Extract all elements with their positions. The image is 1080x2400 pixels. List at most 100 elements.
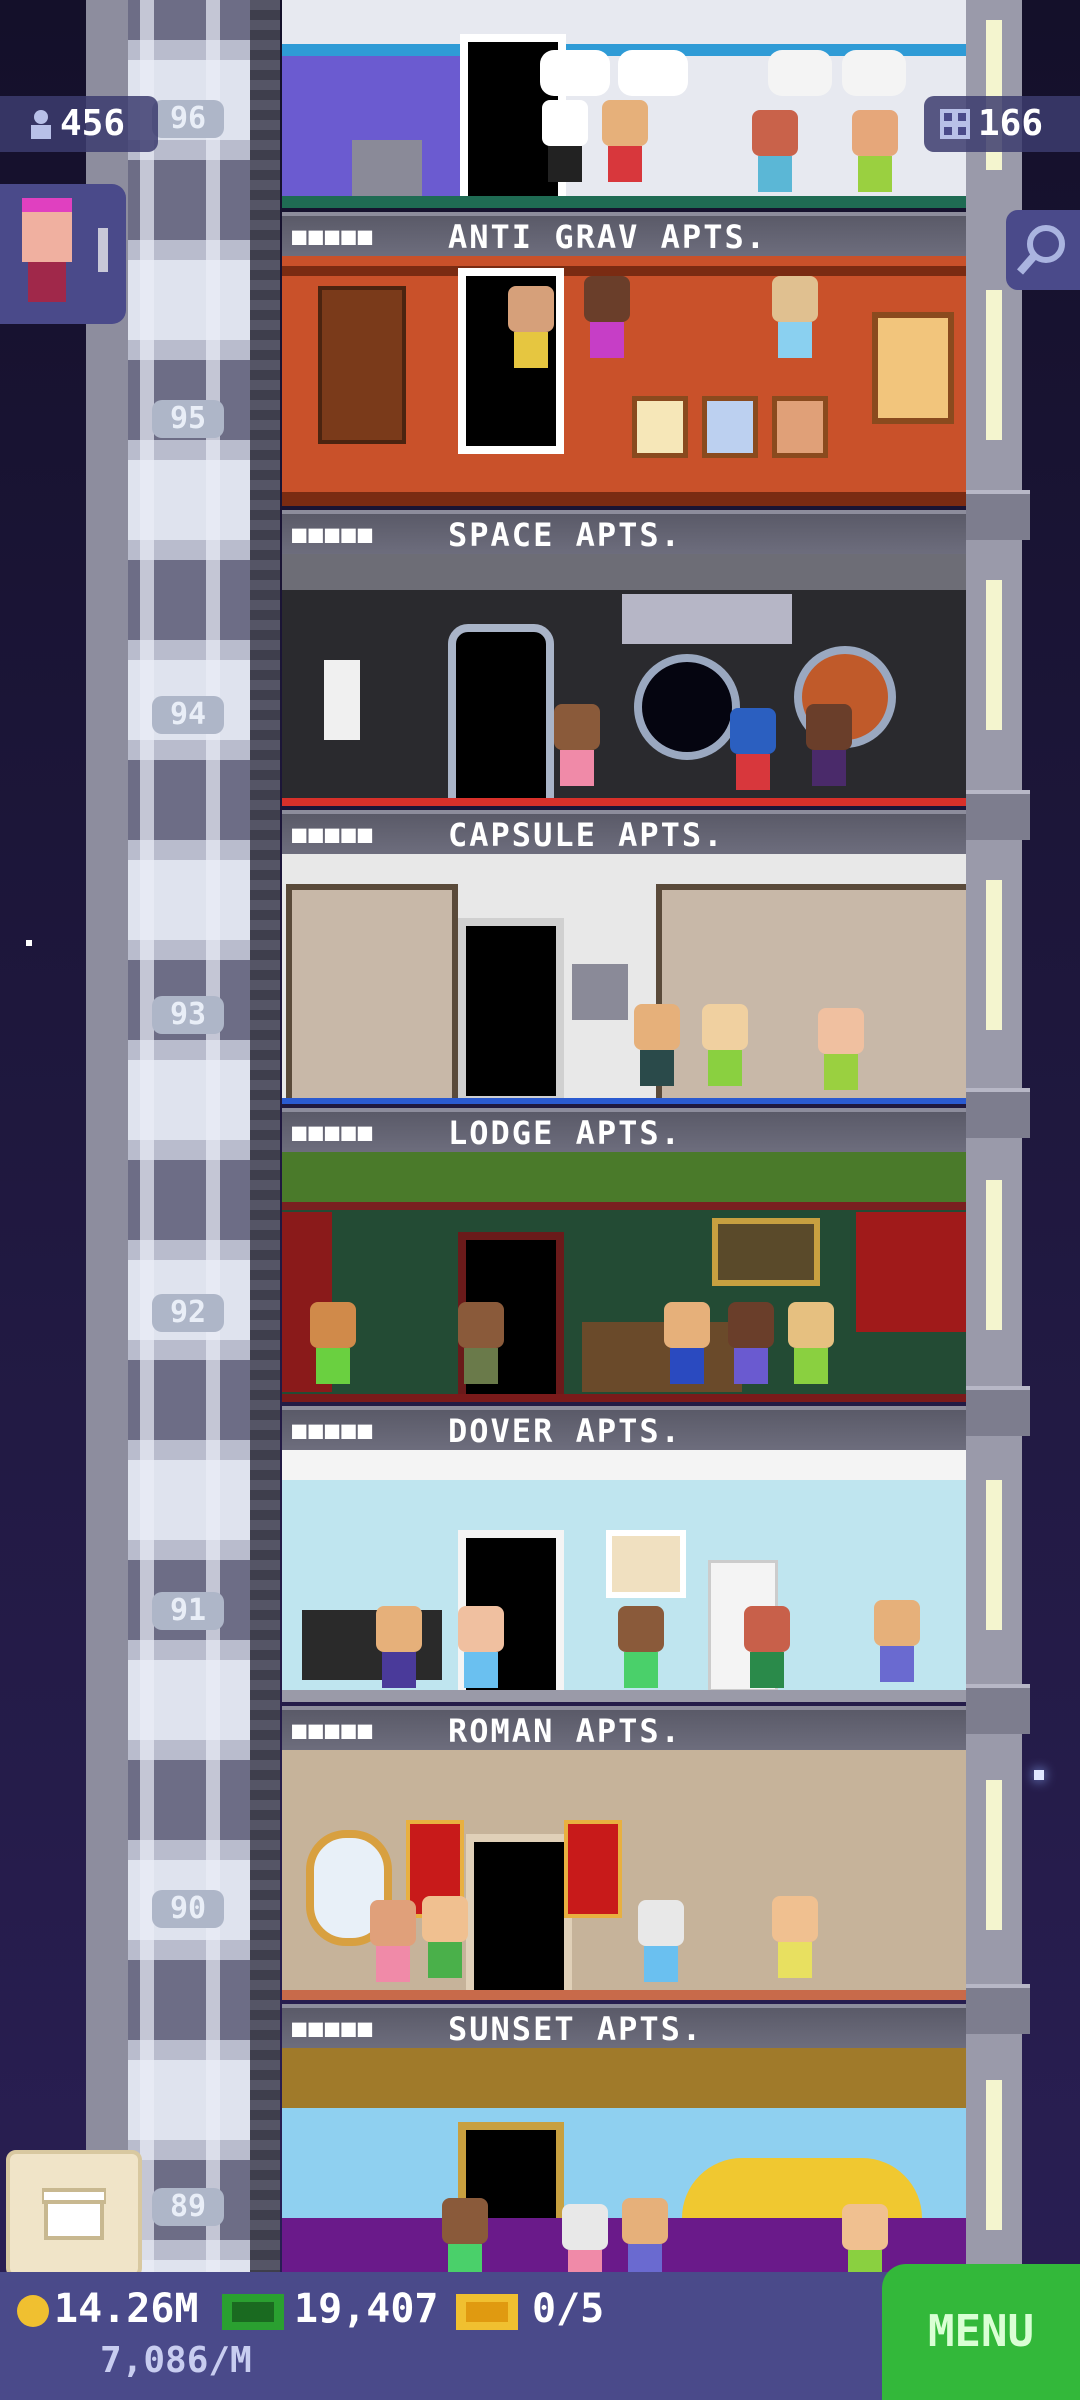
bitizen[interactable]	[664, 1302, 710, 1402]
floor-92-room[interactable]	[282, 1152, 966, 1402]
bitizen[interactable]	[442, 2198, 488, 2272]
floor-trim	[282, 196, 966, 208]
floor-label-anti-grav[interactable]: ■■■■■ ANTI GRAV APTS.	[282, 212, 966, 258]
picture-frame	[702, 396, 758, 458]
bitizen-floating[interactable]	[584, 276, 630, 376]
alert-mark-icon	[98, 228, 108, 272]
curtain	[856, 1212, 966, 1332]
floor-label-space[interactable]: ■■■■■ SPACE APTS.	[282, 510, 966, 556]
bitizen-floating[interactable]	[772, 276, 818, 376]
floor-91-room[interactable]	[282, 1450, 966, 1702]
bitizen[interactable]	[772, 1896, 818, 1996]
floor-90-room[interactable]	[282, 1750, 966, 2000]
wall-light	[986, 290, 1002, 440]
vip-visitor-button[interactable]	[0, 184, 126, 324]
floor-93-room[interactable]	[282, 854, 966, 1104]
wall-panel	[572, 964, 628, 1020]
wall-bracket	[966, 790, 1030, 840]
roman-banner	[564, 1820, 622, 1918]
menu-button[interactable]: MENU	[882, 2264, 1080, 2400]
wall-light	[986, 1780, 1002, 1930]
floor-label-roman[interactable]: ■■■■■ ROMAN APTS.	[282, 1706, 966, 1752]
tickets-value: 0/5	[532, 2286, 605, 2332]
ceiling-trim	[282, 266, 966, 276]
bitizen[interactable]	[542, 100, 588, 200]
bitizen[interactable]	[370, 1900, 416, 2000]
bitizen[interactable]	[376, 1606, 422, 1702]
floor-rating-stars: ■■■■■	[292, 2014, 375, 2042]
bux-value: 19,407	[294, 2286, 439, 2332]
bitizen[interactable]	[618, 1606, 664, 1702]
speech-bubble[interactable]	[618, 50, 688, 96]
floor-95-room[interactable]	[282, 256, 966, 506]
apartment-door[interactable]	[448, 624, 554, 806]
wall-light	[986, 2080, 1002, 2230]
floor-count-value: 166	[978, 103, 1044, 144]
speech-bubble[interactable]	[540, 50, 610, 96]
bitizen[interactable]	[458, 1302, 504, 1402]
vip-avatar	[22, 198, 72, 262]
wall-machine	[622, 594, 792, 644]
floor-counter[interactable]: 166	[924, 96, 1080, 152]
bitizen[interactable]	[422, 1896, 468, 1996]
population-counter[interactable]: 456	[0, 96, 158, 152]
magnifier-icon	[1016, 225, 1065, 275]
apartment-door[interactable]	[458, 918, 564, 1104]
bitizen[interactable]	[852, 110, 898, 208]
bitizen[interactable]	[634, 1004, 680, 1104]
bitizen[interactable]	[458, 1606, 504, 1702]
coins-value: 14.26M	[54, 2286, 199, 2332]
search-button[interactable]	[1006, 210, 1080, 290]
apartment-door[interactable]	[466, 1834, 572, 2000]
ceiling-woodwork	[282, 2048, 966, 2108]
bitizen[interactable]	[728, 1302, 774, 1402]
floor-rating-stars: ■■■■■	[292, 1716, 375, 1744]
floor-trim	[282, 492, 966, 506]
bitizen[interactable]	[638, 1900, 684, 2000]
bitizen[interactable]	[622, 2198, 668, 2272]
bitizen[interactable]	[602, 100, 648, 200]
bookshelf	[318, 286, 406, 444]
floor-label-lodge[interactable]: ■■■■■ LODGE APTS.	[282, 1108, 966, 1154]
coin-icon	[17, 2295, 49, 2327]
elevator-rail	[140, 0, 154, 2272]
bitizen[interactable]	[874, 1600, 920, 1700]
wall-light	[986, 580, 1002, 730]
floor-trim	[282, 1690, 966, 1702]
bitizen[interactable]	[310, 1302, 356, 1402]
floor-grid-icon	[940, 109, 970, 139]
bitizen-floating[interactable]	[508, 286, 554, 386]
bitizen[interactable]	[702, 1004, 748, 1104]
star	[26, 940, 32, 946]
inventory-crate-button[interactable]	[6, 2150, 142, 2278]
floor-number-92: 92	[152, 1294, 224, 1332]
floor-number-94: 94	[152, 696, 224, 734]
bitizen[interactable]	[752, 110, 798, 208]
bitizen[interactable]	[818, 1008, 864, 1104]
floor-rating-stars: ■■■■■	[292, 1118, 375, 1146]
bitizen[interactable]	[842, 2204, 888, 2272]
speech-bubble[interactable]	[768, 50, 832, 96]
bitizen[interactable]	[554, 704, 600, 804]
floor-name: SUNSET APTS.	[448, 2010, 704, 2048]
wall-bracket	[966, 1684, 1030, 1734]
floor-96-room[interactable]	[282, 0, 966, 208]
star	[1034, 1770, 1044, 1780]
floor-rating-stars: ■■■■■	[292, 520, 375, 548]
bitizen[interactable]	[806, 704, 852, 804]
bitizen-superhero[interactable]	[730, 708, 776, 806]
floor-rating-stars: ■■■■■	[292, 222, 375, 250]
floor-label-dover[interactable]: ■■■■■ DOVER APTS.	[282, 1406, 966, 1452]
bitizen[interactable]	[788, 1302, 834, 1402]
speech-bubble[interactable]	[842, 50, 906, 96]
floor-number-93: 93	[152, 996, 224, 1034]
bitizen[interactable]	[744, 1606, 790, 1702]
floor-89-room[interactable]	[282, 2048, 966, 2272]
ceiling	[282, 554, 966, 590]
floor-94-room[interactable]	[282, 554, 966, 806]
floor-label-capsule[interactable]: ■■■■■ CAPSULE APTS.	[282, 810, 966, 856]
bitizen[interactable]	[562, 2204, 608, 2272]
wall-bracket	[966, 490, 1030, 540]
ceiling-beams	[282, 1152, 966, 1210]
floor-label-sunset[interactable]: ■■■■■ SUNSET APTS.	[282, 2004, 966, 2050]
